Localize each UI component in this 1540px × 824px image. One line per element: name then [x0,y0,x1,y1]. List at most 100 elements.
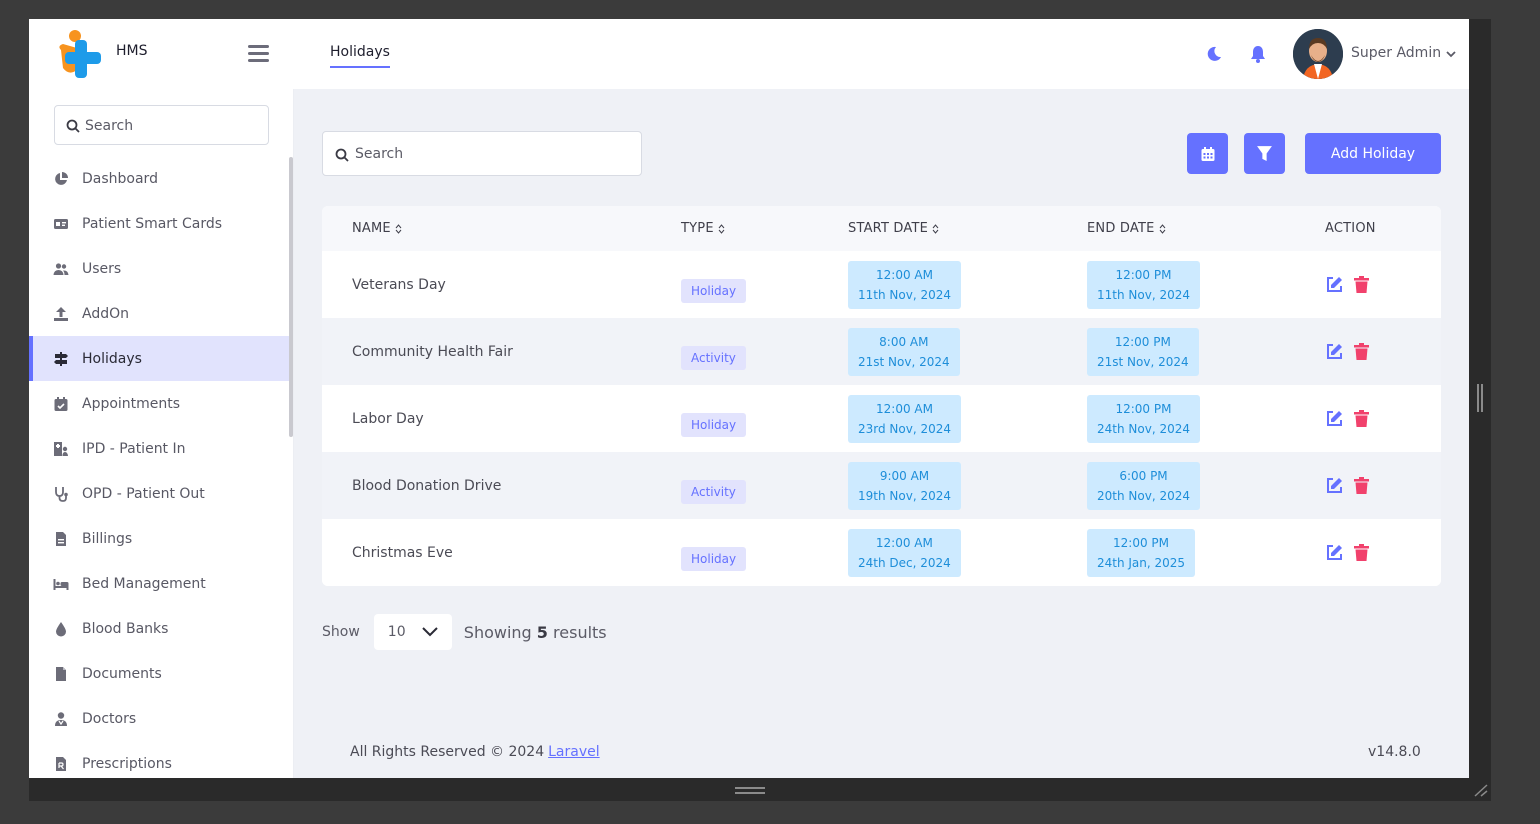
show-label: Show [322,624,360,640]
sort-icon [932,223,939,234]
column-header-type[interactable]: TYPE [651,221,818,236]
chevron-down-icon [422,627,438,637]
sidebar-item-label: Holidays [82,350,142,367]
bed-icon [53,576,69,592]
filter-icon [1257,146,1272,161]
calendar-icon [1201,146,1214,161]
sort-icon [1159,223,1165,234]
blood-drop-icon [53,621,69,637]
bell-icon[interactable] [1250,45,1266,63]
sidebar-item-label: AddOn [82,305,129,322]
table-header: NAME TYPE START DATE END DATE ACTION [322,206,1441,251]
add-holiday-button[interactable]: Add Holiday [1305,133,1441,174]
sort-icon [395,223,402,234]
sidebar-search[interactable] [54,105,269,145]
sidebar-item-bed-management[interactable]: Bed Management [29,561,289,606]
holiday-search-input[interactable] [355,142,625,166]
holiday-name: Blood Donation Drive [352,477,502,494]
sidebar-item-prescriptions[interactable]: Prescriptions [29,741,289,778]
column-header-name[interactable]: NAME [322,221,651,236]
pie-chart-icon [53,171,69,187]
edit-icon[interactable] [1325,275,1344,294]
sidebar-scrollbar[interactable] [289,157,293,437]
sidebar-item-documents[interactable]: Documents [29,651,289,696]
column-header-end-date[interactable]: END DATE [1057,221,1295,236]
end-date-badge: 12:00 PM 11th Nov, 2024 [1087,260,1200,309]
avatar[interactable] [1293,29,1343,79]
user-name[interactable]: Super Admin [1351,45,1441,61]
start-date-badge: 8:00 AM 21st Nov, 2024 [848,327,960,376]
delete-icon[interactable] [1352,543,1371,562]
table-row: Christmas Eve Holiday 12:00 AM 24th Dec, … [322,519,1441,586]
table-row: Community Health Fair Activity 8:00 AM 21… [322,318,1441,385]
holiday-name: Community Health Fair [352,343,513,360]
top-bar: HMS Holidays Super Admin [29,19,1469,89]
upload-icon [53,306,69,322]
holiday-search[interactable] [322,131,642,176]
delete-icon[interactable] [1352,409,1371,428]
hamburger-menu-icon[interactable] [248,45,269,62]
start-date-badge: 9:00 AM 19th Nov, 2024 [848,461,961,510]
edit-icon[interactable] [1325,409,1344,428]
page-size-value: 10 [387,624,406,640]
calendar-check-icon [53,396,69,412]
id-card-icon [53,216,69,232]
footer-copyright: All Rights Reserved © 2024 Laravel [350,744,600,760]
start-date-badge: 12:00 AM 24th Dec, 2024 [848,528,961,577]
edit-icon[interactable] [1325,543,1344,562]
tab-holidays[interactable]: Holidays [330,44,390,68]
sidebar-item-patient-smart-cards[interactable]: Patient Smart Cards [29,201,289,246]
moon-icon[interactable] [1206,46,1222,62]
vertical-resize-handle[interactable] [1477,384,1483,412]
horizontal-resize-handle[interactable] [735,787,765,794]
sidebar-item-dashboard[interactable]: Dashboard [29,156,289,201]
table-row: Veterans Day Holiday 12:00 AM 11th Nov, 2… [322,251,1441,318]
sidebar-item-label: Billings [82,530,133,547]
sidebar-item-billings[interactable]: Billings [29,516,289,561]
holiday-name: Christmas Eve [352,544,453,561]
delete-icon[interactable] [1352,342,1371,361]
sidebar-item-holidays[interactable]: Holidays [29,336,289,381]
sidebar-item-label: Appointments [82,395,181,412]
sidebar-item-label: Bed Management [82,575,206,592]
delete-icon[interactable] [1352,476,1371,495]
column-header-start-date[interactable]: START DATE [818,221,1057,236]
sidebar-search-input[interactable] [85,114,261,138]
start-date-badge: 12:00 AM 11th Nov, 2024 [848,260,961,309]
page-size-select[interactable]: 10 [373,614,452,650]
sidebar-nav: Dashboard Patient Smart Cards Users AddO… [29,156,289,778]
filter-button[interactable] [1244,133,1285,174]
sidebar-item-blood-banks[interactable]: Blood Banks [29,606,289,651]
search-icon [66,119,80,133]
sidebar-item-opd-patient-out[interactable]: OPD - Patient Out [29,471,289,516]
holidays-table: NAME TYPE START DATE END DATE ACTION Vet… [322,206,1441,586]
chevron-down-icon[interactable] [1445,49,1457,59]
table-row: Blood Donation Drive Activity 9:00 AM 19t… [322,452,1441,519]
table-row: Labor Day Holiday 12:00 AM 23rd Nov, 2024… [322,385,1441,452]
sort-icon [718,223,725,234]
column-header-action: ACTION [1325,221,1376,236]
sidebar-item-users[interactable]: Users [29,246,289,291]
sidebar-item-label: Dashboard [82,170,158,187]
sidebar-item-label: Documents [82,665,162,682]
edit-icon[interactable] [1325,342,1344,361]
hms-logo[interactable] [55,28,103,80]
corner-resize-handle[interactable] [1473,783,1489,797]
calendar-view-button[interactable] [1187,133,1228,174]
sidebar-item-label: Blood Banks [82,620,169,637]
sidebar-item-addon[interactable]: AddOn [29,291,289,336]
type-badge: Holiday [681,412,747,437]
sidebar-item-ipd-patient-in[interactable]: IPD - Patient In [29,426,289,471]
doctor-icon [53,711,69,727]
holiday-name: Veterans Day [352,276,446,293]
delete-icon[interactable] [1352,275,1371,294]
invoice-icon [53,531,69,547]
sidebar-item-appointments[interactable]: Appointments [29,381,289,426]
app-window: HMS Holidays Super Admin Search Dashboar… [29,19,1469,778]
sidebar-item-label: Patient Smart Cards [82,215,223,232]
laravel-link[interactable]: Laravel [548,744,600,760]
results-summary: Showing 5 results [463,622,607,642]
end-date-badge: 6:00 PM 20th Nov, 2024 [1087,461,1200,510]
sidebar-item-doctors[interactable]: Doctors [29,696,289,741]
edit-icon[interactable] [1325,476,1344,495]
